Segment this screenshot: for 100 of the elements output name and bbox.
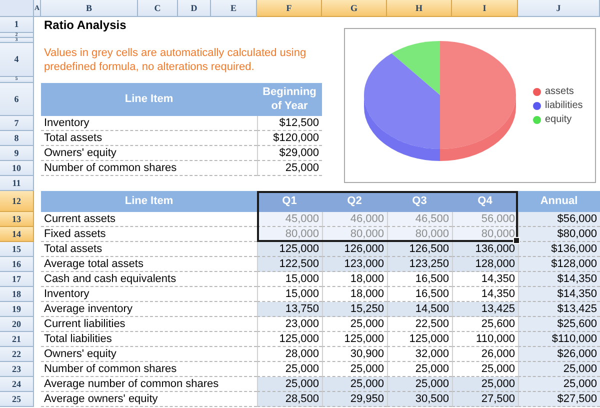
row-header[interactable]: 25 <box>0 392 34 407</box>
table-cell: $136,000 <box>518 242 600 257</box>
table-cell: 15,000 <box>257 272 322 287</box>
table-cell: Owners' equity <box>41 146 257 161</box>
table-cell: 18,000 <box>322 272 387 287</box>
column-header[interactable]: B <box>41 0 138 17</box>
table-cell: $29,000 <box>257 146 322 161</box>
row-header[interactable]: 9 <box>0 146 34 161</box>
row-header[interactable]: 20 <box>0 317 34 332</box>
table-cell: 25,000 <box>257 161 322 176</box>
row-header[interactable]: 8 <box>0 131 34 146</box>
row-header[interactable]: 1 <box>0 17 34 33</box>
column-header[interactable]: G <box>322 0 387 17</box>
row-header[interactable]: 13 <box>0 212 34 227</box>
table-cell: Inventory <box>41 116 257 131</box>
table-cell: $14,350 <box>518 272 600 287</box>
column-header[interactable]: I <box>452 0 518 17</box>
table-cell: $26,000 <box>518 347 600 362</box>
table-cell: Fixed assets <box>41 227 257 242</box>
table-cell: 25,000 <box>518 362 600 377</box>
table-cell: 16,500 <box>387 272 452 287</box>
table-cell: 25,000 <box>257 377 322 392</box>
row-header[interactable]: 4 <box>0 43 34 77</box>
table-cell: $128,000 <box>518 257 600 272</box>
table-cell: 122,500 <box>257 257 322 272</box>
row-header[interactable]: 16 <box>0 257 34 272</box>
table-cell: 23,000 <box>257 317 322 332</box>
table-cell: Total assets <box>41 131 257 146</box>
column-header-cell: Q3 <box>387 191 452 212</box>
column-header-cell: Line Item <box>41 191 257 212</box>
column-header[interactable]: H <box>387 0 452 17</box>
row-header[interactable]: 19 <box>0 302 34 317</box>
table-cell: $56,000 <box>518 212 600 227</box>
row-header[interactable]: 17 <box>0 272 34 287</box>
table-cell: 28,500 <box>257 392 322 407</box>
column-header-cell: Q2 <box>322 191 387 212</box>
sheet-title: Ratio Analysis <box>43 17 128 33</box>
table-cell: 126,000 <box>322 242 387 257</box>
row-header[interactable]: 10 <box>0 161 34 176</box>
table-cell: 46,500 <box>387 212 452 227</box>
fill-handle[interactable] <box>513 237 520 244</box>
legend-label: equity <box>545 114 572 125</box>
table-cell: 136,000 <box>452 242 518 257</box>
column-header[interactable]: F <box>257 0 322 17</box>
table-cell: 123,000 <box>322 257 387 272</box>
column-header[interactable]: C <box>138 0 178 17</box>
table-cell: 25,000 <box>322 317 387 332</box>
table-cell: 123,250 <box>387 257 452 272</box>
row-header[interactable]: 6 <box>0 83 34 116</box>
table-cell: 13,750 <box>257 302 322 317</box>
table-cell: 125,000 <box>322 332 387 347</box>
table-cell: Total liabilities <box>41 332 257 347</box>
table-cell: $13,425 <box>518 302 600 317</box>
table-cell: Current assets <box>41 212 257 227</box>
table-cell: Owners' equity <box>41 347 257 362</box>
table-cell: $110,000 <box>518 332 600 347</box>
table-cell: 28,000 <box>257 347 322 362</box>
table-cell: 14,500 <box>387 302 452 317</box>
table-cell: Number of common shares <box>41 161 257 176</box>
table-cell: Cash and cash equivalents <box>41 272 257 287</box>
row-header[interactable]: 15 <box>0 242 34 257</box>
row-header[interactable]: 11 <box>0 176 34 191</box>
table-cell: 125,000 <box>257 332 322 347</box>
legend-label: liabilities <box>545 100 583 111</box>
column-header[interactable]: J <box>518 0 600 17</box>
table-cell: 126,500 <box>387 242 452 257</box>
column-header[interactable]: E <box>211 0 257 17</box>
table-cell: 125,000 <box>257 242 322 257</box>
table-cell: 22,500 <box>387 317 452 332</box>
column-header-cell: Line Item <box>41 83 257 116</box>
column-header[interactable]: D <box>178 0 211 17</box>
table-cell: 25,000 <box>322 377 387 392</box>
row-header[interactable]: 24 <box>0 377 34 392</box>
table-cell: 128,000 <box>452 257 518 272</box>
table-cell: 56,000 <box>452 212 518 227</box>
table-cell: 25,000 <box>518 377 600 392</box>
table-cell: 15,250 <box>322 302 387 317</box>
table-cell: 45,000 <box>257 212 322 227</box>
table-cell: 25,000 <box>452 377 518 392</box>
column-header-cell: Annual <box>518 191 600 212</box>
row-header[interactable]: 7 <box>0 116 34 131</box>
table-cell: $120,000 <box>257 131 322 146</box>
table-cell: 13,425 <box>452 302 518 317</box>
table-cell: Current liabilities <box>41 317 257 332</box>
instruction-note: Values in grey cells are automatically calculated using predefined formula, no alterations required. <box>43 46 308 74</box>
table-cell: 30,500 <box>387 392 452 407</box>
row-header[interactable]: 21 <box>0 332 34 347</box>
table-cell: 25,000 <box>387 377 452 392</box>
table-cell: 32,000 <box>387 347 452 362</box>
row-header[interactable]: 23 <box>0 362 34 377</box>
table-cell: $14,350 <box>518 287 600 302</box>
table-cell: $27,500 <box>518 392 600 407</box>
table-cell: 29,950 <box>322 392 387 407</box>
legend-label: assets <box>545 86 574 97</box>
table-cell: Inventory <box>41 287 257 302</box>
row-header[interactable]: 18 <box>0 287 34 302</box>
row-header[interactable]: 22 <box>0 347 34 362</box>
row-header[interactable]: 14 <box>0 227 34 242</box>
table-cell: 27,500 <box>452 392 518 407</box>
row-header[interactable]: 12 <box>0 191 34 212</box>
